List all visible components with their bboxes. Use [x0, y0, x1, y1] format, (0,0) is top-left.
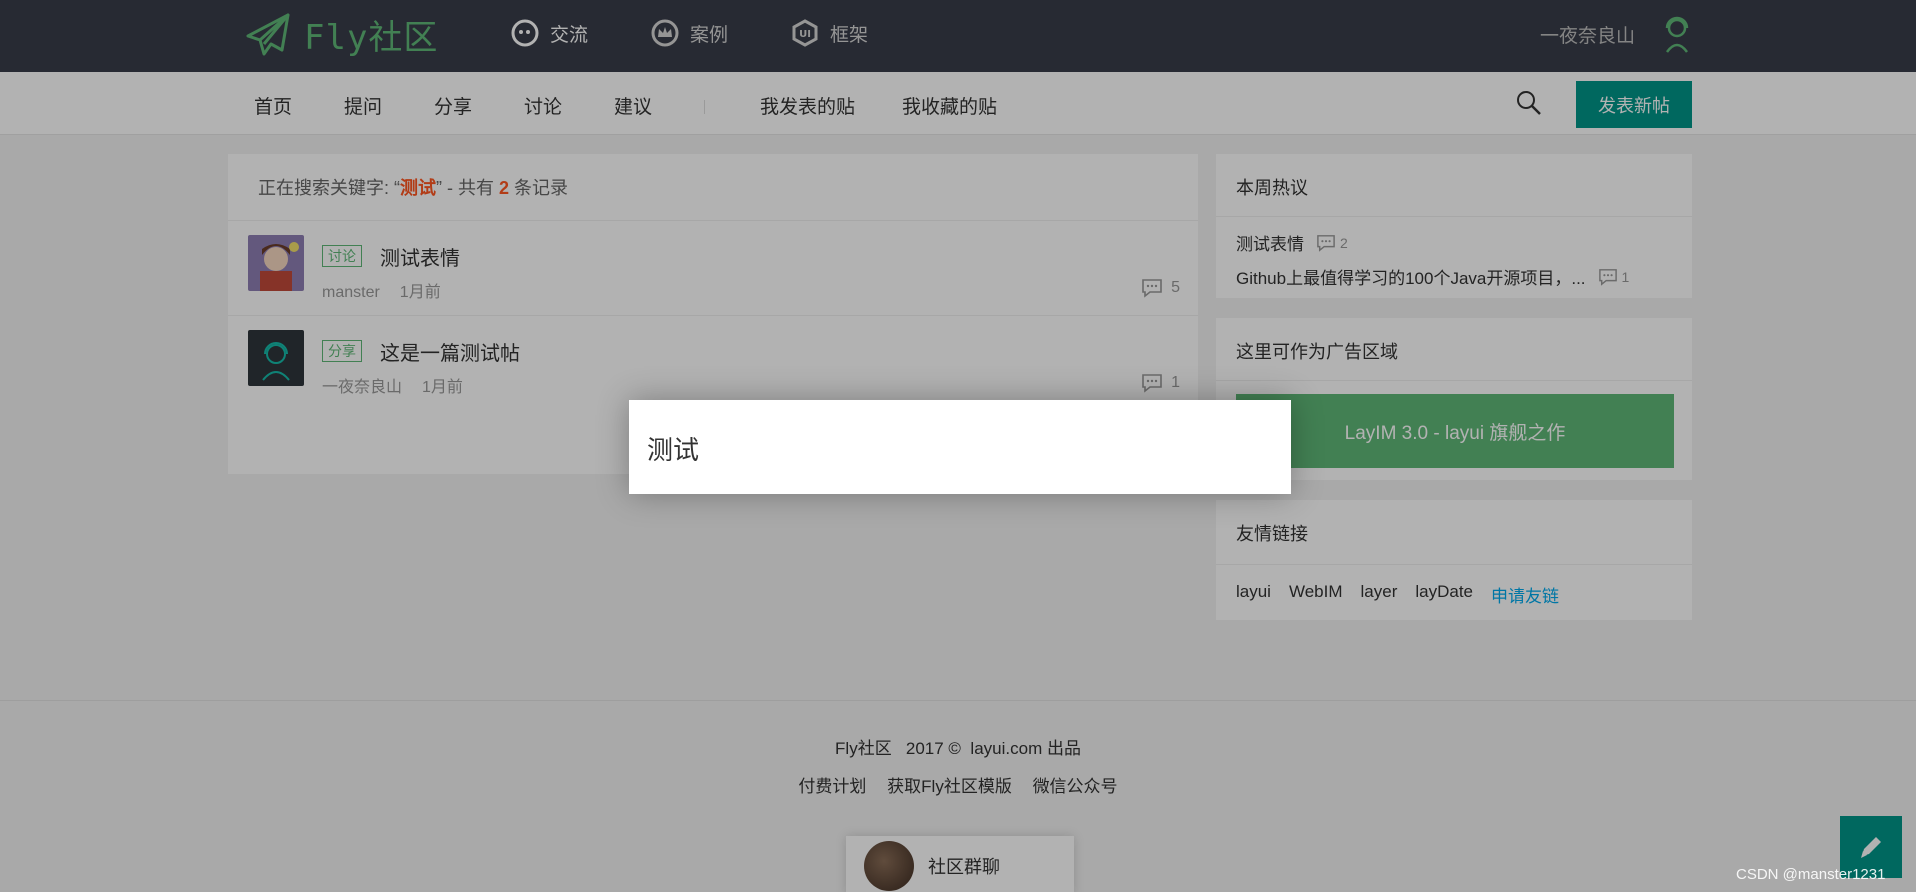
search-dialog: [629, 400, 1291, 494]
watermark: CSDN @manster1231: [1736, 866, 1886, 883]
search-dialog-input[interactable]: [647, 422, 1267, 474]
